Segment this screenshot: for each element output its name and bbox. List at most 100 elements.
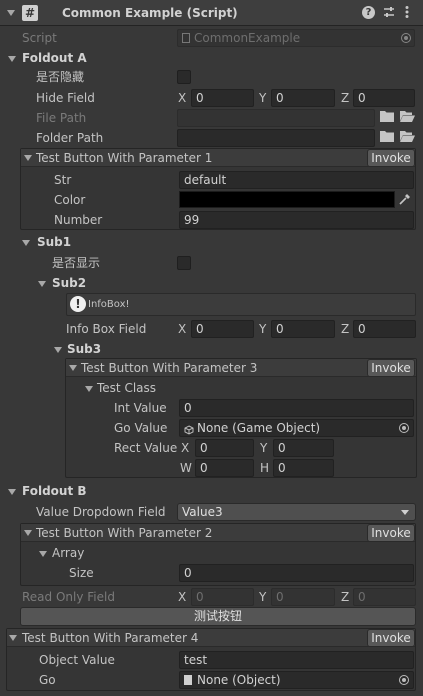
method1-arrow[interactable] — [24, 155, 32, 161]
file-path-field[interactable] — [177, 109, 375, 127]
rect-value-label: Rect Value — [114, 441, 178, 455]
hide-field-y-label: Y — [259, 91, 267, 105]
infobox-field-label: Info Box Field — [66, 322, 147, 336]
object-picker-icon[interactable] — [401, 33, 411, 43]
component-foldout-arrow[interactable] — [7, 10, 15, 16]
go-value-text: None (Object) — [197, 673, 281, 687]
script-field[interactable]: CommonExample — [177, 29, 415, 47]
sub3-arrow[interactable] — [54, 347, 62, 353]
method3-invoke-button[interactable]: Invoke — [367, 359, 415, 377]
rect-x-input[interactable]: 0 — [195, 439, 254, 457]
folder-icon[interactable] — [380, 110, 396, 126]
value-dropdown[interactable]: Value3 — [177, 503, 416, 521]
foldout-a-arrow[interactable] — [8, 56, 16, 62]
hide-toggle-checkbox[interactable] — [177, 70, 191, 84]
method2-invoke-button[interactable]: Invoke — [367, 524, 415, 542]
go-value-field[interactable]: None (Game Object) — [179, 419, 414, 437]
array-arrow[interactable] — [39, 551, 47, 557]
object-value-input[interactable]: test — [179, 651, 414, 669]
infobox-field-z-label: Z — [341, 322, 350, 336]
infobox-field-x[interactable]: 0 — [191, 320, 254, 338]
color-swatch[interactable] — [179, 191, 395, 208]
folder-path-label: Folder Path — [36, 131, 104, 145]
foldout-b-title[interactable]: Foldout B — [22, 483, 87, 499]
method4-title[interactable]: Test Button With Parameter 4 — [22, 630, 198, 646]
int-value-label: Int Value — [114, 401, 167, 415]
show-toggle-checkbox[interactable] — [177, 256, 191, 270]
script-value: CommonExample — [194, 31, 301, 45]
foldout-a-title[interactable]: Foldout A — [22, 50, 87, 66]
readonly-label: Read Only Field — [22, 590, 115, 604]
sub1-title[interactable]: Sub1 — [37, 234, 71, 250]
folder-icon[interactable] — [380, 130, 396, 146]
number-label: Number — [54, 213, 103, 227]
str-input[interactable]: default — [179, 171, 414, 189]
rect-w-input[interactable]: 0 — [195, 459, 254, 477]
rect-x-label: X — [181, 441, 190, 455]
sub2-title[interactable]: Sub2 — [52, 275, 86, 291]
method1-title[interactable]: Test Button With Parameter 1 — [36, 150, 212, 166]
method4-invoke-button[interactable]: Invoke — [367, 629, 415, 647]
object-picker-icon[interactable] — [399, 675, 409, 685]
rect-h-label: H — [260, 461, 270, 475]
chevron-down-icon — [401, 510, 409, 515]
object-picker-icon[interactable] — [399, 423, 409, 433]
color-label: Color — [54, 193, 86, 207]
infobox-field-z[interactable]: 0 — [353, 320, 416, 338]
kebab-menu-icon[interactable] — [405, 5, 409, 19]
hide-field-x[interactable]: 0 — [191, 89, 254, 107]
test-button[interactable]: 测试按钮 — [20, 607, 416, 626]
sub3-title[interactable]: Sub3 — [67, 341, 101, 357]
size-input[interactable]: 0 — [179, 564, 414, 582]
infobox-field-x-label: X — [178, 322, 187, 336]
script-icon: # — [22, 5, 38, 21]
object-document-icon — [184, 675, 192, 685]
show-toggle-label: 是否显示 — [52, 256, 101, 270]
int-value-input[interactable]: 0 — [179, 399, 414, 417]
folder-open-icon[interactable] — [400, 110, 416, 126]
info-exclamation-icon: ! — [70, 296, 86, 312]
readonly-y-label: Y — [259, 590, 267, 604]
hide-field-label: Hide Field — [36, 91, 95, 105]
array-title[interactable]: Array — [52, 545, 84, 561]
rect-y-label: Y — [260, 441, 268, 455]
help-icon[interactable]: ? — [362, 6, 375, 19]
number-input[interactable]: 99 — [179, 211, 414, 229]
infobox-text: InfoBox! — [88, 299, 130, 310]
rect-y-input[interactable]: 0 — [273, 439, 334, 457]
go-label: Go — [39, 673, 56, 687]
script-file-icon — [182, 33, 190, 43]
test-class-arrow[interactable] — [85, 386, 93, 392]
readonly-z: 0 — [353, 588, 416, 606]
settings-icon[interactable] — [382, 5, 396, 19]
hide-field-x-label: X — [178, 91, 187, 105]
file-path-label: File Path — [36, 111, 87, 125]
method2-arrow[interactable] — [24, 530, 32, 536]
method2-title[interactable]: Test Button With Parameter 2 — [36, 525, 212, 541]
method3-arrow[interactable] — [69, 365, 77, 371]
sub2-arrow[interactable] — [38, 281, 46, 287]
dropdown-label: Value Dropdown Field — [36, 505, 166, 519]
sub1-arrow[interactable] — [22, 240, 30, 246]
str-label: Str — [54, 173, 72, 187]
go-value-label: Go Value — [114, 421, 168, 435]
size-label: Size — [69, 566, 94, 580]
go-value-text: None (Game Object) — [197, 421, 321, 435]
method4-arrow[interactable] — [9, 635, 17, 641]
rect-h-input[interactable]: 0 — [273, 459, 334, 477]
infobox-field-y[interactable]: 0 — [271, 320, 335, 338]
foldout-b-arrow[interactable] — [8, 489, 16, 495]
method3-title[interactable]: Test Button With Parameter 3 — [81, 360, 257, 376]
test-class-title[interactable]: Test Class — [97, 380, 156, 396]
method1-invoke-button[interactable]: Invoke — [367, 149, 415, 167]
readonly-z-label: Z — [341, 590, 350, 604]
hide-field-y[interactable]: 0 — [271, 89, 335, 107]
folder-open-icon[interactable] — [400, 130, 416, 146]
hide-field-z[interactable]: 0 — [353, 89, 415, 107]
gameobject-cube-icon — [184, 423, 194, 436]
infobox-field-y-label: Y — [259, 322, 267, 336]
eyedropper-icon[interactable] — [398, 192, 412, 206]
go-field[interactable]: None (Object) — [179, 671, 414, 689]
script-label: Script — [22, 31, 57, 45]
folder-path-field[interactable] — [177, 129, 375, 147]
